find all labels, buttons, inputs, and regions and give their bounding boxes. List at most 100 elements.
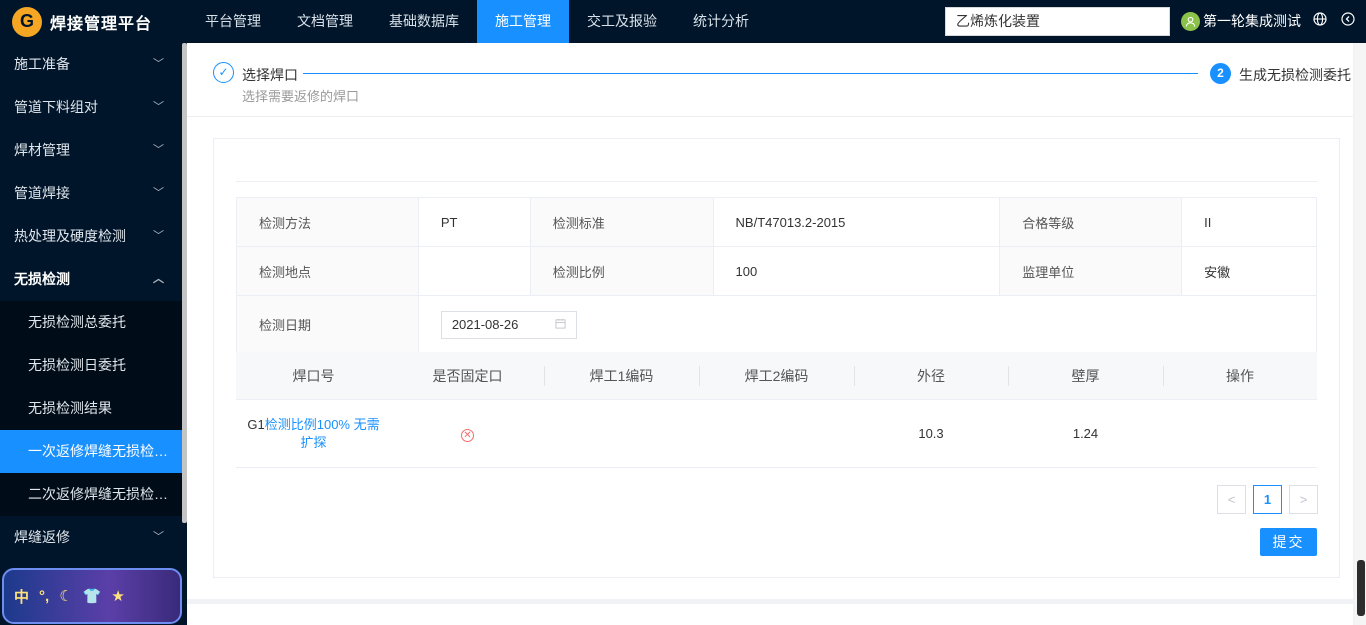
supervisor-value: 安徽 xyxy=(1181,246,1317,296)
user-avatar-icon xyxy=(1181,11,1200,31)
method-label: 检测方法 xyxy=(236,197,419,247)
chevron-down-icon: ﹀ xyxy=(153,187,164,199)
column-header: 壁厚 xyxy=(1008,365,1163,386)
date-value: 2021-08-26 xyxy=(451,317,519,332)
sidebar-item-ndt[interactable]: 无损检测 ︿ xyxy=(0,258,182,301)
main-content: ✓ 选择焊口 选择需要返修的焊口 2 生成无损检测委托 检测方法 PT 检测标准… xyxy=(187,43,1353,625)
sidebar-item-label: 施工准备 xyxy=(14,56,70,72)
sidebar-item-label: 管道下料组对 xyxy=(14,99,98,115)
project-select[interactable]: 乙烯炼化装置 xyxy=(945,7,1170,36)
scrollbar-thumb[interactable] xyxy=(1357,560,1365,616)
date-label: 检测日期 xyxy=(236,295,419,354)
ime-language-label[interactable]: 中 xyxy=(14,586,29,607)
nav-document-management[interactable]: 文档管理 xyxy=(279,0,371,43)
step-connector xyxy=(303,73,1198,74)
sidebar-item-pipe-welding[interactable]: 管道焊接 ﹀ xyxy=(0,172,182,215)
star-icon[interactable]: ★ xyxy=(111,587,124,605)
ratio-value: 100 xyxy=(712,246,1001,296)
top-navbar: G 焊接管理平台 平台管理 文档管理 基础数据库 施工管理 交工及报验 统计分析… xyxy=(0,0,1366,43)
sidebar-subitem-second-repair-ndt[interactable]: 二次返修焊缝无损检测委托 xyxy=(0,473,182,516)
column-header: 焊工1编码 xyxy=(544,365,699,386)
weld-number-cell: G1检测比例100% 无需 扩探 xyxy=(236,416,391,452)
logout-icon[interactable] xyxy=(1339,12,1357,30)
user-menu[interactable]: 第一轮集成测试 xyxy=(1181,11,1301,31)
column-header: 外径 xyxy=(854,365,1008,386)
diameter-cell: 10.3 xyxy=(918,426,944,441)
sidebar: 施工准备 ﹀ 管道下料组对 ﹀ 焊材管理 ﹀ 管道焊接 ﹀ 热处理及硬度检测 ﹀ 无损检测… xyxy=(0,43,187,625)
step2-title: 生成无损检测委托 xyxy=(1239,67,1351,83)
standard-label: 检测标准 xyxy=(529,197,714,247)
divider xyxy=(187,599,1353,604)
sidebar-subitem-ndt-result[interactable]: 无损检测结果 xyxy=(0,387,182,430)
nav-platform-management[interactable]: 平台管理 xyxy=(187,0,279,43)
sidebar-item-construction-prep[interactable]: 施工准备 ﹀ xyxy=(0,43,182,86)
globe-icon[interactable] xyxy=(1311,12,1329,30)
location-label: 检测地点 xyxy=(236,246,419,296)
thickness-cell: 1.24 xyxy=(1072,426,1099,441)
sidebar-item-weld-repair[interactable]: 焊缝返修 ﹀ xyxy=(0,516,182,559)
table-row: G1检测比例100% 无需 扩探 ✕ 10.3 1.24 xyxy=(236,400,1317,468)
weld-number: G1 xyxy=(247,416,265,432)
nav-construction-management[interactable]: 施工管理 xyxy=(477,0,569,43)
step2-number: 2 xyxy=(1210,63,1231,84)
column-header: 是否固定口 xyxy=(432,367,503,384)
sidebar-item-label: 焊缝返修 xyxy=(14,529,70,545)
sidebar-subitem-ndt-master[interactable]: 无损检测总委托 xyxy=(0,301,182,344)
chevron-down-icon: ﹀ xyxy=(153,144,164,156)
next-page-button[interactable]: > xyxy=(1289,485,1318,514)
column-header: 操作 xyxy=(1163,365,1317,386)
divider xyxy=(236,181,1317,182)
nav-statistics[interactable]: 统计分析 xyxy=(675,0,767,43)
steps-bar: ✓ 选择焊口 选择需要返修的焊口 2 生成无损检测委托 xyxy=(187,43,1353,117)
chevron-down-icon: ﹀ xyxy=(153,230,164,242)
page-1-button[interactable]: 1 xyxy=(1253,485,1282,514)
sidebar-item-pipe-cutting[interactable]: 管道下料组对 ﹀ xyxy=(0,86,182,129)
date-cell: 2021-08-26 xyxy=(417,295,1318,354)
punctuation-icon[interactable]: °, xyxy=(39,588,49,605)
fixed-cell: ✕ xyxy=(391,426,544,442)
entrust-card: 检测方法 PT 检测标准 NB/T47013.2-2015 合格等级 II 检测… xyxy=(213,138,1340,578)
sidebar-item-label: 无损检测 xyxy=(14,271,70,287)
calendar-icon xyxy=(555,317,566,332)
logo: G 焊接管理平台 xyxy=(0,0,187,43)
sidebar-item-welding-material[interactable]: 焊材管理 ﹀ xyxy=(0,129,182,172)
ime-toolbar[interactable]: 中 °, ☾ 👕 ★ xyxy=(2,568,182,624)
sidebar-subitem-first-repair-ndt[interactable]: 一次返修焊缝无损检测委托 xyxy=(0,430,182,473)
grade-label: 合格等级 xyxy=(999,197,1183,247)
main-nav: 平台管理 文档管理 基础数据库 施工管理 交工及报验 统计分析 xyxy=(187,0,767,43)
chevron-up-icon: ︿ xyxy=(153,273,164,285)
chevron-down-icon: ﹀ xyxy=(153,58,164,70)
weld-note-link-cont[interactable]: 扩探 xyxy=(236,434,391,452)
weld-note-link[interactable]: 检测比例100% 无需 xyxy=(265,417,380,432)
column-header: 焊口号 xyxy=(292,367,335,384)
location-value xyxy=(417,246,531,296)
nav-handover-inspection[interactable]: 交工及报验 xyxy=(569,0,675,43)
sidebar-item-label: 焊材管理 xyxy=(14,142,70,158)
nav-base-database[interactable]: 基础数据库 xyxy=(371,0,477,43)
prev-page-button[interactable]: < xyxy=(1217,485,1246,514)
moon-icon[interactable]: ☾ xyxy=(59,587,72,605)
sidebar-item-label: 管道焊接 xyxy=(14,185,70,201)
logo-icon: G xyxy=(12,6,42,37)
supervisor-label: 监理单位 xyxy=(999,246,1183,296)
chevron-down-icon: ﹀ xyxy=(153,531,164,543)
column-header: 焊工2编码 xyxy=(699,365,854,386)
page-scrollbar[interactable] xyxy=(1355,43,1366,625)
shirt-icon[interactable]: 👕 xyxy=(83,587,102,605)
sidebar-item-heat-treatment[interactable]: 热处理及硬度检测 ﹀ xyxy=(0,215,182,258)
sidebar-subitem-ndt-daily[interactable]: 无损检测日委托 xyxy=(0,344,182,387)
grade-value: II xyxy=(1181,197,1317,247)
sidebar-item-label: 热处理及硬度检测 xyxy=(14,228,126,244)
step1-title: 选择焊口 xyxy=(242,67,298,83)
chevron-down-icon: ﹀ xyxy=(153,101,164,113)
app-title: 焊接管理平台 xyxy=(50,15,153,33)
standard-value: NB/T47013.2-2015 xyxy=(712,197,1001,247)
table-header: 焊口号 是否固定口 焊工1编码 焊工2编码 外径 壁厚 操作 xyxy=(236,352,1317,400)
close-circle-icon: ✕ xyxy=(461,428,474,442)
check-icon: ✓ xyxy=(213,62,234,83)
method-value: PT xyxy=(417,197,531,247)
entrust-form: 检测方法 PT 检测标准 NB/T47013.2-2015 合格等级 II 检测… xyxy=(236,197,1318,354)
date-picker[interactable]: 2021-08-26 xyxy=(440,310,577,339)
submit-button[interactable]: 提交 xyxy=(1260,528,1317,556)
ratio-label: 检测比例 xyxy=(529,246,714,296)
